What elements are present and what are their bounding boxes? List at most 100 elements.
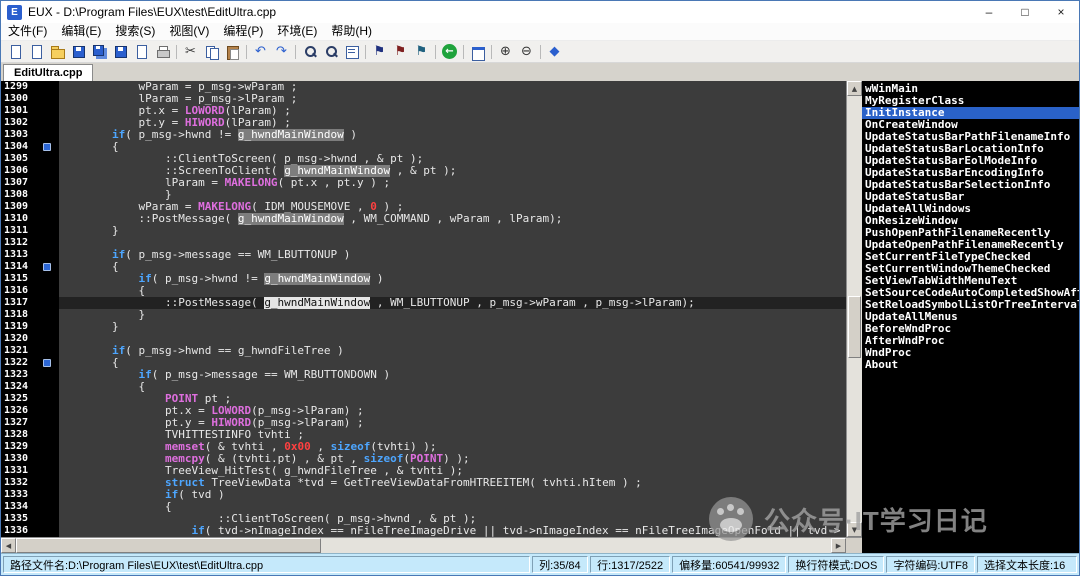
symbol-item[interactable]: SetCurrentFileTypeChecked <box>862 251 1079 263</box>
symbol-item[interactable]: SetCurrentWindowThemeChecked <box>862 263 1079 275</box>
line-number[interactable]: 1326 <box>1 405 59 417</box>
code-line[interactable]: 1326 pt.x = LOWORD(p_msg->lParam) ; <box>1 405 846 417</box>
new-from-template-button[interactable] <box>27 42 46 61</box>
code-line[interactable]: 1300 lParam = p_msg->lParam ; <box>1 93 846 105</box>
code-line[interactable]: 1312 <box>1 237 846 249</box>
code-line[interactable]: 1327 pt.y = HIWORD(p_msg->lParam) ; <box>1 417 846 429</box>
line-number[interactable]: 1334 <box>1 501 59 513</box>
scroll-up-arrow-icon[interactable]: ▲ <box>847 81 862 96</box>
new-file-button[interactable] <box>6 42 25 61</box>
code-line[interactable]: 1336 if( tvd->nImageIndex == nFileTreeIm… <box>1 525 846 537</box>
symbol-item[interactable]: About <box>862 359 1079 371</box>
line-number[interactable]: 1310 <box>1 213 59 225</box>
code-line[interactable]: 1331 TreeView_HitTest( g_hwndFileTree , … <box>1 465 846 477</box>
line-number[interactable]: 1324 <box>1 381 59 393</box>
paste-button[interactable] <box>223 42 242 61</box>
code-line[interactable]: 1301 pt.x = LOWORD(lParam) ; <box>1 105 846 117</box>
menu-search[interactable]: 搜索(S) <box>108 23 162 40</box>
window-list-button[interactable] <box>468 42 487 61</box>
code-line[interactable]: 1315 if( p_msg->hwnd != g_hwndMainWindow… <box>1 273 846 285</box>
line-number[interactable]: 1320 <box>1 333 59 345</box>
menu-program[interactable]: 编程(P) <box>216 23 270 40</box>
symbol-item[interactable]: BeforeWndProc <box>862 323 1079 335</box>
line-number[interactable]: 1308 <box>1 189 59 201</box>
line-number[interactable]: 1322 <box>1 357 59 369</box>
maximize-button[interactable]: □ <box>1007 1 1043 23</box>
code-line[interactable]: 1321 if( p_msg->hwnd == g_hwndFileTree ) <box>1 345 846 357</box>
navigate-back-button[interactable]: ← <box>440 42 459 61</box>
symbol-item[interactable]: WndProc <box>862 347 1079 359</box>
print-button[interactable] <box>153 42 172 61</box>
code-line[interactable]: 1310 ::PostMessage( g_hwndMainWindow , W… <box>1 213 846 225</box>
line-number[interactable]: 1315 <box>1 273 59 285</box>
vertical-scroll-thumb[interactable] <box>848 296 861 358</box>
line-number[interactable]: 1312 <box>1 237 59 249</box>
find-button[interactable] <box>300 42 319 61</box>
line-number[interactable]: 1302 <box>1 117 59 129</box>
redo-button[interactable]: ↷ <box>272 42 291 61</box>
find-in-files-button[interactable] <box>342 42 361 61</box>
line-number[interactable]: 1335 <box>1 513 59 525</box>
line-number[interactable]: 1321 <box>1 345 59 357</box>
close-file-button[interactable] <box>132 42 151 61</box>
zoom-out-button[interactable]: ⊖ <box>517 42 536 61</box>
symbol-item[interactable]: OnResizeWindow <box>862 215 1079 227</box>
code-line[interactable]: 1306 ::ScreenToClient( g_hwndMainWindow … <box>1 165 846 177</box>
symbol-item-selected[interactable]: InitInstance <box>862 107 1079 119</box>
code-line[interactable]: 1317 ::PostMessage( g_hwndMainWindow , W… <box>1 297 846 309</box>
line-number[interactable]: 1323 <box>1 369 59 381</box>
symbol-item[interactable]: UpdateStatusBarEncodingInfo <box>862 167 1079 179</box>
code-line[interactable]: 1311 } <box>1 225 846 237</box>
code-area[interactable]: 1299 wParam = p_msg->wParam ;1300 lParam… <box>1 81 846 537</box>
open-file-button[interactable] <box>48 42 67 61</box>
symbol-item[interactable]: UpdateAllWindows <box>862 203 1079 215</box>
code-line[interactable]: 1320 <box>1 333 846 345</box>
line-number[interactable]: 1330 <box>1 453 59 465</box>
code-line[interactable]: 1333 if( tvd ) <box>1 489 846 501</box>
bookmark-prev-button[interactable]: ⚑ <box>391 42 410 61</box>
code-line[interactable]: 1302 pt.y = HIWORD(lParam) ; <box>1 117 846 129</box>
symbol-item[interactable]: SetViewTabWidthMenuText <box>862 275 1079 287</box>
code-line[interactable]: 1325 POINT pt ; <box>1 393 846 405</box>
bookmark-next-button[interactable]: ⚑ <box>412 42 431 61</box>
line-number[interactable]: 1319 <box>1 321 59 333</box>
code-line[interactable]: 1322 { <box>1 357 846 369</box>
line-number[interactable]: 1327 <box>1 417 59 429</box>
line-number[interactable]: 1336 <box>1 525 59 537</box>
code-line[interactable]: 1303 if( p_msg->hwnd != g_hwndMainWindow… <box>1 129 846 141</box>
line-number[interactable]: 1309 <box>1 201 59 213</box>
line-number[interactable]: 1314 <box>1 261 59 273</box>
horizontal-scrollbar[interactable]: ◀ ▶ <box>1 537 846 553</box>
line-number[interactable]: 1325 <box>1 393 59 405</box>
scroll-right-arrow-icon[interactable]: ▶ <box>831 538 846 553</box>
line-number[interactable]: 1303 <box>1 129 59 141</box>
symbol-item[interactable]: UpdateOpenPathFilenameRecently <box>862 239 1079 251</box>
code-line[interactable]: 1304 { <box>1 141 846 153</box>
menu-view[interactable]: 视图(V) <box>162 23 216 40</box>
symbol-item[interactable]: UpdateStatusBarPathFilenameInfo <box>862 131 1079 143</box>
tab-editultra-cpp[interactable]: EditUltra.cpp <box>3 64 93 81</box>
close-button[interactable]: × <box>1043 1 1079 23</box>
code-line[interactable]: 1330 memcpy( & (tvhti.pt) , & pt , sizeo… <box>1 453 846 465</box>
symbol-item[interactable]: SetSourceCodeAutoCompletedShowAfterI <box>862 287 1079 299</box>
save-file-button[interactable] <box>69 42 88 61</box>
menu-environment[interactable]: 环境(E) <box>270 23 324 40</box>
refresh-symbol-list-button[interactable]: ◆ <box>545 42 564 61</box>
code-line[interactable]: 1329 memset( & tvhti , 0x00 , sizeof(tvh… <box>1 441 846 453</box>
code-line[interactable]: 1308 } <box>1 189 846 201</box>
line-number[interactable]: 1307 <box>1 177 59 189</box>
menu-file[interactable]: 文件(F) <box>1 23 54 40</box>
line-number[interactable]: 1305 <box>1 153 59 165</box>
code-line[interactable]: 1328 TVHITTESTINFO tvhti ; <box>1 429 846 441</box>
line-number[interactable]: 1329 <box>1 441 59 453</box>
save-all-button[interactable] <box>90 42 109 61</box>
line-number[interactable]: 1332 <box>1 477 59 489</box>
code-line[interactable]: 1323 if( p_msg->message == WM_RBUTTONDOW… <box>1 369 846 381</box>
line-number[interactable]: 1317 <box>1 297 59 309</box>
line-number[interactable]: 1328 <box>1 429 59 441</box>
code-line[interactable]: 1318 } <box>1 309 846 321</box>
zoom-in-button[interactable]: ⊕ <box>496 42 515 61</box>
vertical-scrollbar[interactable]: ▲ ▼ <box>846 81 862 537</box>
copy-button[interactable] <box>202 42 221 61</box>
symbol-item[interactable]: OnCreateWindow <box>862 119 1079 131</box>
